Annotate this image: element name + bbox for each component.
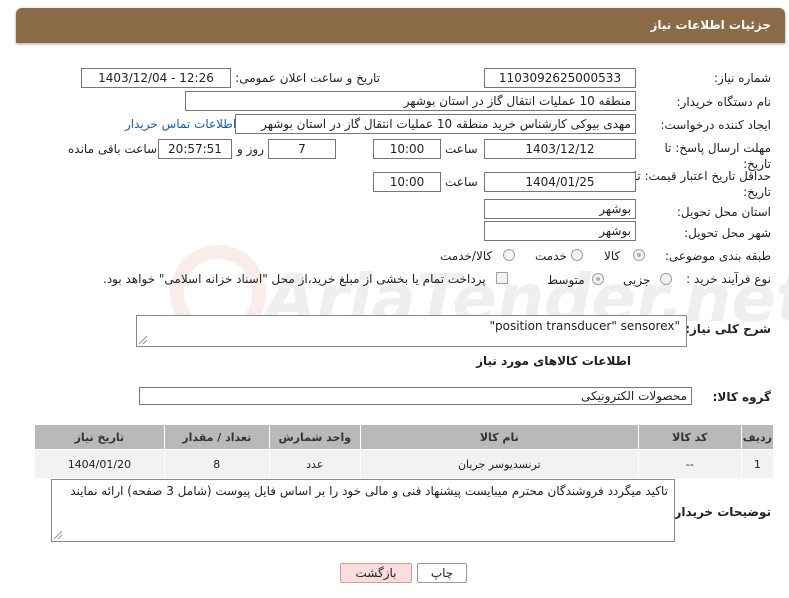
category-option-both: کالا/خدمت	[440, 249, 493, 263]
province-label: استان محل تحویل:	[676, 205, 771, 219]
category-label: طبقه بندی موضوعی:	[664, 249, 771, 263]
reply-time-field[interactable]: 10:00	[373, 139, 441, 159]
cell-unit: عدد	[268, 449, 361, 479]
col-date: تاریخ نیاز	[34, 424, 165, 450]
cell-name: ترنسدیوسر جریان	[359, 449, 639, 479]
city-field[interactable]: بوشهر	[484, 221, 636, 241]
days-label: روز و	[237, 142, 264, 156]
back-button[interactable]: بازگشت	[340, 563, 412, 583]
category-radio-both[interactable]	[503, 249, 515, 261]
description-textarea[interactable]: "position transducer" sensorex"	[136, 315, 687, 347]
remaining-time-label: ساعت باقی مانده	[68, 142, 158, 156]
process-label: نوع فرآیند خرید :	[686, 272, 771, 286]
description-text: "position transducer" sensorex"	[489, 319, 680, 333]
resize-handle-icon[interactable]	[54, 531, 62, 539]
announce-date-label: تاریخ و ساعت اعلان عمومی:	[235, 71, 380, 85]
print-button[interactable]: چاپ	[417, 563, 467, 583]
creator-field[interactable]: مهدی بیوکی کارشناس خرید منطقه 10 عملیات …	[235, 114, 636, 134]
price-time-label: ساعت	[445, 175, 478, 189]
treasury-payment-note: پرداخت تمام یا بخشی از مبلغ خرید،از محل …	[103, 272, 486, 286]
description-label: شرح کلی نیاز:	[685, 322, 771, 336]
goods-section-title: اطلاعات کالاهای مورد نیاز	[476, 354, 631, 368]
cell-code: --	[637, 449, 742, 479]
reply-date-field[interactable]: 1403/12/12	[484, 139, 636, 159]
cell-date: 1404/01/20	[34, 449, 165, 479]
buyer-notes-text: تاکید میگردد فروشندگان محترم میبایست پیش…	[70, 484, 668, 498]
resize-handle-icon[interactable]	[139, 336, 147, 344]
price-date-field[interactable]: 1404/01/25	[484, 172, 636, 192]
col-unit: واحد شمارش	[268, 424, 361, 450]
reply-time-label: ساعت	[445, 142, 478, 156]
remaining-time-field[interactable]: 20:57:51	[158, 139, 232, 159]
category-radio-goods[interactable]	[633, 249, 645, 261]
goods-group-label: گروه کالا:	[712, 390, 771, 404]
buyer-notes-label: توضیحات خریدار:	[669, 505, 771, 519]
price-validity-label: حداقل تاریخ اعتبار قیمت: تا تاریخ:	[633, 169, 771, 199]
category-radio-service[interactable]	[571, 249, 583, 261]
category-option-goods: کالا	[604, 249, 621, 263]
creator-label: ایجاد کننده درخواست:	[660, 118, 771, 132]
days-remaining-field[interactable]: 7	[268, 139, 336, 159]
process-option-medium: متوسط	[547, 273, 585, 287]
buyer-label: نام دستگاه خریدار:	[676, 95, 772, 109]
goods-table: ردیف کد کالا نام کالا واحد شمارش تعداد /…	[34, 424, 775, 479]
category-option-service: خدمت	[535, 249, 567, 263]
city-label: شهر محل تحویل:	[684, 226, 771, 240]
col-code: کد کالا	[637, 424, 742, 450]
announce-date-field[interactable]: 1403/12/04 - 12:26	[81, 68, 231, 88]
process-radio-medium[interactable]	[592, 273, 604, 285]
goods-group-field[interactable]: محصولات الکترونیکی	[139, 387, 692, 405]
need-number-label: شماره نیاز:	[714, 71, 771, 85]
treasury-payment-checkbox[interactable]	[496, 272, 508, 284]
province-field[interactable]: بوشهر	[484, 199, 636, 219]
col-name: نام کالا	[359, 424, 639, 450]
cell-qty: 8	[163, 449, 270, 479]
buyer-notes-textarea[interactable]: تاکید میگردد فروشندگان محترم میبایست پیش…	[51, 479, 675, 542]
table-row[interactable]: 1 -- ترنسدیوسر جریان عدد 8 1404/01/20	[34, 449, 775, 479]
buyer-contact-link[interactable]: اطلاعات تماس خریدار	[125, 117, 236, 131]
page-header: جزئیات اطلاعات نیاز	[16, 8, 785, 43]
goods-table-header: ردیف کد کالا نام کالا واحد شمارش تعداد /…	[34, 424, 775, 450]
process-radio-minor[interactable]	[660, 273, 672, 285]
page-title: جزئیات اطلاعات نیاز	[650, 18, 771, 32]
col-qty: تعداد / مقدار	[163, 424, 270, 450]
process-option-minor: جزیی	[623, 273, 651, 287]
col-row: ردیف	[740, 424, 775, 450]
price-time-field[interactable]: 10:00	[373, 172, 441, 192]
cell-row: 1	[740, 449, 775, 479]
need-number-field[interactable]: 1103092625000533	[484, 68, 636, 88]
buyer-field[interactable]: منطقه 10 عملیات انتقال گاز در استان بوشه…	[185, 91, 636, 111]
